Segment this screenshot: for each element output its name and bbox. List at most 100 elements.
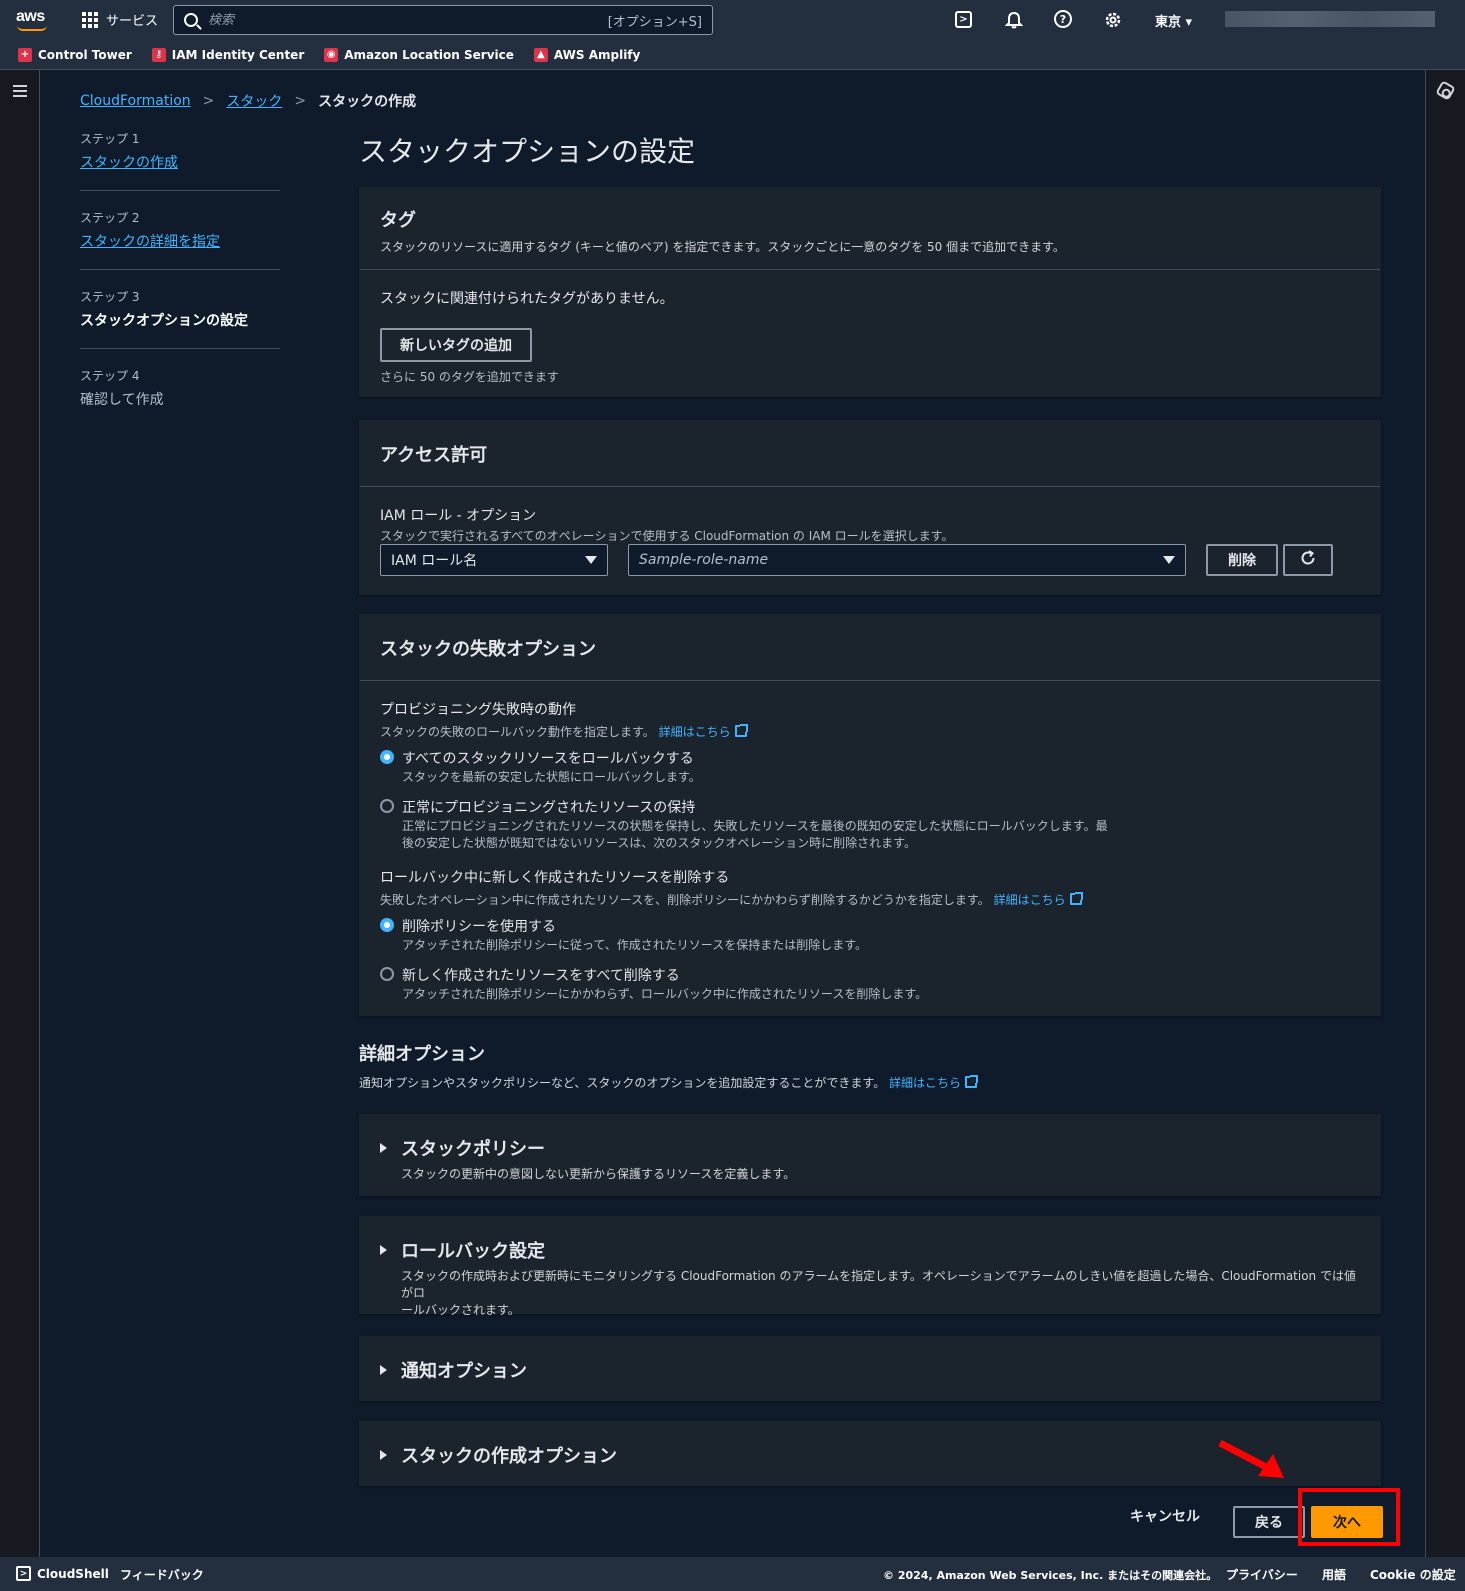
caret-right-icon	[380, 1450, 387, 1460]
footer-cloudshell[interactable]: > CloudShell	[16, 1566, 109, 1581]
stack-policy-description: スタックの更新中の意図しない更新から保護するリソースを定義します。	[401, 1167, 796, 1181]
favorite-control-tower[interactable]: + Control Tower	[18, 47, 132, 62]
provisioning-failure-description: スタックの失敗のロールバック動作を指定します。	[380, 725, 655, 739]
caret-right-icon	[380, 1143, 387, 1153]
radio-description: 後の安定した状態が既知ではないリソースは、次のスタックオペレーション時に削除され…	[402, 836, 916, 850]
step-current: スタックオプションの設定	[80, 313, 248, 329]
step-link-create-stack[interactable]: スタックの作成	[80, 152, 280, 172]
footer-copyright: © 2024, Amazon Web Services, Inc. またはその関…	[883, 1569, 1218, 1582]
delete-role-button[interactable]: 削除	[1206, 544, 1278, 576]
tags-empty-text: スタックに関連付けられたタグがありません。	[380, 291, 674, 307]
favorite-iam-identity-center[interactable]: ⚷ IAM Identity Center	[151, 47, 304, 62]
step-number: ステップ 4	[80, 369, 140, 383]
wizard-steps: ステップ 1 スタックの作成 ステップ 2 スタックの詳細を指定 ステップ 3 …	[80, 130, 280, 445]
search-box[interactable]: [オプション+S]	[173, 5, 713, 35]
search-icon	[184, 13, 198, 27]
notification-options-title[interactable]: 通知オプション	[401, 1357, 527, 1383]
radio-selected-icon[interactable]	[380, 750, 394, 764]
radio-delete-all-new[interactable]: 新しく作成されたリソースをすべて削除する アタッチされた削除ポリシーにかかわらず…	[380, 965, 1360, 1002]
caret-down-icon	[585, 556, 597, 564]
rollback-config-description: スタックの作成時および更新時にモニタリングする CloudFormation の…	[401, 1269, 1356, 1300]
external-link-icon	[965, 1075, 979, 1088]
services-label: サービス	[106, 14, 159, 29]
learn-more-text: 詳細はこちら	[993, 893, 1066, 907]
refresh-button[interactable]	[1283, 544, 1333, 576]
account-menu[interactable]	[1225, 11, 1435, 27]
add-tag-button[interactable]: 新しいタグの追加	[380, 328, 532, 362]
iam-identity-center-icon: ⚷	[151, 47, 166, 62]
tags-title: タグ	[380, 210, 416, 231]
back-button[interactable]: 戻る	[1233, 1506, 1305, 1538]
footer-cookie-settings[interactable]: Cookie の設定	[1370, 1566, 1456, 1583]
radio-preserve-resources[interactable]: 正常にプロビジョニングされたリソースの保持 正常にプロビジョニングされたリソース…	[380, 797, 1360, 851]
chevron-right-icon: >	[294, 93, 307, 109]
step-number: ステップ 3	[80, 290, 140, 304]
gear-icon[interactable]	[1103, 10, 1123, 30]
breadcrumb-cloudformation[interactable]: CloudFormation	[80, 93, 191, 109]
stack-policy-section[interactable]: スタックポリシー スタックの更新中の意図しない更新から保護するリソースを定義しま…	[359, 1114, 1381, 1196]
iam-role-name-select[interactable]: Sample-role-name	[628, 544, 1186, 576]
stack-creation-options-title[interactable]: スタックの作成オプション	[401, 1442, 617, 1468]
external-link-icon	[1069, 892, 1083, 905]
footer-privacy[interactable]: プライバシー	[1226, 1566, 1298, 1583]
footer-terms[interactable]: 用語	[1322, 1566, 1346, 1583]
tags-hint: さらに 50 のタグを追加できます	[380, 370, 559, 384]
breadcrumb: CloudFormation > スタック > スタックの作成	[80, 91, 416, 111]
step-link-stack-details[interactable]: スタックの詳細を指定	[80, 231, 280, 251]
grid-icon	[82, 11, 98, 28]
learn-more-link-delete[interactable]: 詳細はこちら	[993, 892, 1083, 907]
left-rail	[0, 70, 40, 1557]
favorite-location-service[interactable]: ◉ Amazon Location Service	[324, 47, 514, 62]
radio-selected-icon[interactable]	[380, 918, 394, 932]
favorite-amplify[interactable]: ▲ AWS Amplify	[533, 47, 640, 62]
iam-role-type-select[interactable]: IAM ロール名	[380, 544, 608, 576]
wizard-step-2: ステップ 2 スタックの詳細を指定	[80, 209, 280, 270]
radio-unselected-icon[interactable]	[380, 967, 394, 981]
rollback-config-section[interactable]: ロールバック設定 スタックの作成時および更新時にモニタリングする CloudFo…	[359, 1216, 1381, 1317]
page-title: スタックオプションの設定	[359, 135, 696, 168]
radio-rollback-all[interactable]: すべてのスタックリソースをロールバックする スタックを最新の安定した状態にロール…	[380, 748, 1360, 785]
services-menu-button[interactable]: サービス	[82, 10, 158, 29]
learn-more-text: 詳細はこちら	[889, 1076, 962, 1090]
search-input[interactable]	[208, 12, 608, 28]
settings-panel-icon[interactable]	[1435, 80, 1456, 101]
rollback-config-title[interactable]: ロールバック設定	[401, 1237, 1360, 1263]
notification-options-section[interactable]: 通知オプション	[359, 1336, 1381, 1401]
aws-logo[interactable]: aws	[16, 6, 50, 34]
radio-description: 正常にプロビジョニングされたリソースの状態を保持し、失敗したリソースを最後の既知…	[402, 819, 1108, 833]
caret-right-icon	[380, 1365, 387, 1375]
radio-label: すべてのスタックリソースをロールバックする	[402, 751, 694, 767]
breadcrumb-current: スタックの作成	[318, 94, 417, 110]
bell-icon[interactable]	[1004, 10, 1024, 30]
annotation-highlight-box	[1298, 1488, 1400, 1546]
radio-label: 削除ポリシーを使用する	[402, 919, 556, 935]
learn-more-link-advanced[interactable]: 詳細はこちら	[889, 1075, 979, 1090]
stack-policy-title[interactable]: スタックポリシー	[401, 1135, 795, 1161]
radio-description: アタッチされた削除ポリシーにかかわらず、ロールバック中に作成されたリソースを削除…	[402, 987, 928, 1001]
cancel-button[interactable]: キャンセル	[1130, 1506, 1200, 1526]
advanced-options-header: 詳細オプション 通知オプションやスタックポリシーなど、スタックのオプションを追加…	[359, 1040, 979, 1091]
region-selector[interactable]: 東京 ▾	[1155, 11, 1192, 30]
iam-role-type-value: IAM ロール名	[391, 553, 478, 569]
footer-feedback[interactable]: フィードバック	[120, 1566, 204, 1583]
caret-right-icon	[380, 1245, 387, 1255]
radio-description: アタッチされた削除ポリシーに従って、作成されたリソースを保持または削除します。	[402, 938, 868, 952]
external-link-icon	[734, 724, 748, 737]
wizard-step-4: ステップ 4 確認して作成	[80, 367, 280, 427]
cloudshell-icon[interactable]: >	[955, 11, 972, 28]
learn-more-link-rollback[interactable]: 詳細はこちら	[658, 724, 748, 739]
failure-options-container: スタックの失敗オプション プロビジョニング失敗時の動作 スタックの失敗のロールバ…	[359, 614, 1381, 1016]
provisioning-failure-label: プロビジョニング失敗時の動作	[380, 702, 576, 718]
radio-unselected-icon[interactable]	[380, 799, 394, 813]
location-service-icon: ◉	[324, 47, 339, 62]
breadcrumb-stacks[interactable]: スタック	[226, 91, 282, 111]
annotation-arrow-icon	[1218, 1440, 1284, 1478]
radio-label: 正常にプロビジョニングされたリソースの保持	[402, 800, 696, 816]
step-number: ステップ 2	[80, 211, 140, 225]
advanced-options-title: 詳細オプション	[359, 1044, 485, 1065]
help-icon[interactable]: ?	[1054, 10, 1072, 28]
iam-role-description: スタックで実行されるすべてのオペレーションで使用する CloudFormatio…	[380, 529, 954, 543]
radio-use-deletion-policy[interactable]: 削除ポリシーを使用する アタッチされた削除ポリシーに従って、作成されたリソースを…	[380, 916, 1360, 953]
hamburger-menu-icon[interactable]	[13, 85, 27, 97]
learn-more-text: 詳細はこちら	[658, 725, 731, 739]
